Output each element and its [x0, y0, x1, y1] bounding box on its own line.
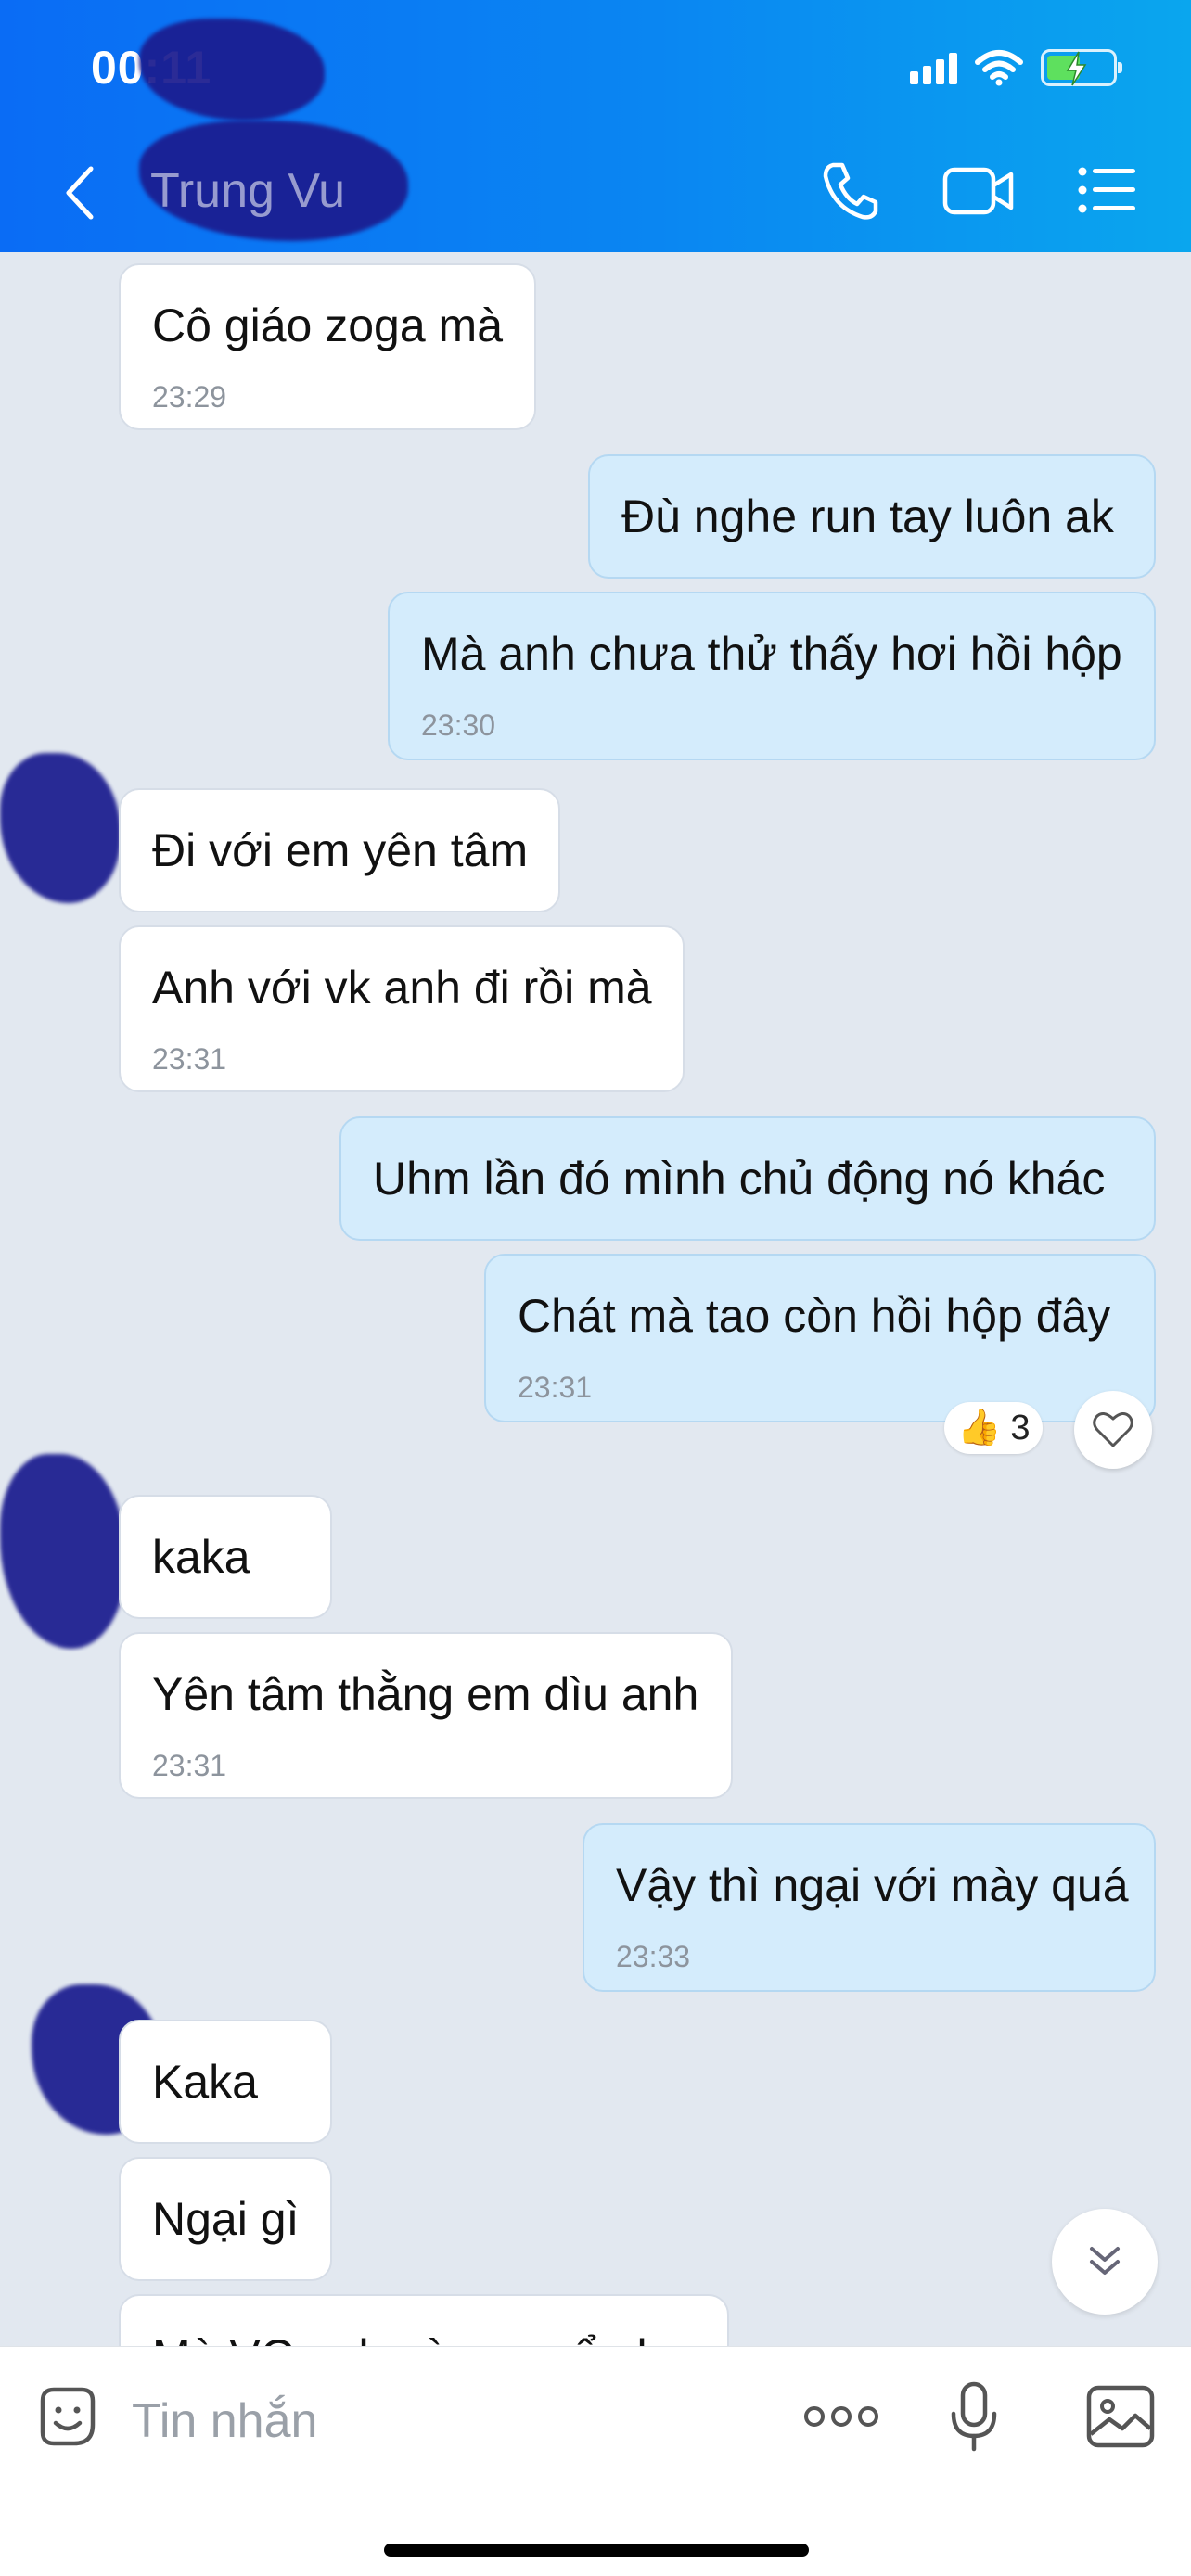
message-bubble-incoming[interactable]: Kaka [119, 2020, 332, 2144]
avatar[interactable] [0, 1454, 130, 1652]
avatar[interactable] [0, 753, 122, 905]
message-input[interactable]: Tin nhắn [132, 2393, 317, 2449]
message-bubble-outgoing[interactable]: Đù nghe run tay luôn ak [588, 454, 1156, 579]
message-text: Mà anh chưa thử thấy hơi hồi hộp [421, 628, 1122, 680]
message-text: Uhm lần đó mình chủ động nó khác [373, 1153, 1106, 1205]
thumbs-up-icon: 👍 [957, 1409, 1002, 1447]
message-bubble-incoming[interactable]: Anh với vk anh đi rồi mà 23:31 [119, 925, 685, 1092]
sticker-icon[interactable] [35, 2384, 100, 2449]
message-text: Ngại gì [152, 2193, 300, 2245]
message-text: Mà VC anh này sao ổn ko [152, 2333, 685, 2346]
redaction-scribble [139, 19, 325, 121]
message-text: Anh với vk anh đi rồi mà [152, 962, 652, 1014]
message-text: Đi với em yên tâm [152, 824, 529, 876]
message-bubble-incoming[interactable]: Yên tâm thằng em dìu anh 23:31 [119, 1632, 733, 1799]
home-indicator [384, 2544, 809, 2557]
wifi-icon [975, 50, 1023, 86]
message-text: Chát mà tao còn hồi hộp đây [518, 1290, 1111, 1342]
message-text: Cô giáo zoga mà [152, 300, 504, 351]
react-heart-button[interactable] [1074, 1391, 1152, 1469]
chat-header: 00:11 Trung Vu [0, 0, 1191, 252]
message-bubble-outgoing[interactable]: Vậy thì ngại với mày quá 23:33 [583, 1823, 1156, 1992]
contact-name[interactable]: Trung Vu [150, 163, 345, 219]
message-text: Yên tâm thằng em dìu anh [152, 1668, 699, 1720]
message-bubble-incoming[interactable]: Cô giáo zoga mà 23:29 [119, 263, 536, 430]
status-icons [910, 45, 1122, 91]
message-time: 23:33 [616, 1940, 691, 1973]
message-text: kaka [152, 1531, 250, 1583]
scroll-to-bottom-button[interactable] [1052, 2209, 1158, 2315]
reaction-count: 3 [1010, 1408, 1031, 1447]
heart-icon [1093, 1412, 1133, 1447]
image-icon[interactable] [1085, 2384, 1156, 2449]
chevron-double-down-icon [1090, 2247, 1120, 2275]
message-bubble-incoming[interactable]: Mà VC anh này sao ổn ko [119, 2294, 729, 2346]
message-bubble-outgoing[interactable]: Chát mà tao còn hồi hộp đây 23:31 [484, 1254, 1156, 1422]
message-list[interactable]: Cô giáo zoga mà 23:29 Đù nghe run tay lu… [0, 252, 1191, 2346]
message-input-bar: Tin nhắn [0, 2346, 1191, 2576]
message-bubble-outgoing[interactable]: Mà anh chưa thử thấy hơi hồi hộp 23:30 [388, 592, 1156, 760]
cellular-signal-icon [910, 51, 957, 84]
message-bubble-incoming[interactable]: kaka [119, 1495, 332, 1619]
reaction-badge[interactable]: 👍 3 [944, 1402, 1044, 1454]
phone-icon[interactable] [820, 159, 879, 223]
message-text: Vậy thì ngại với mày quá [616, 1859, 1129, 1911]
message-time: 23:29 [152, 380, 227, 414]
message-bubble-incoming[interactable]: Ngại gì [119, 2157, 332, 2281]
message-time: 23:31 [152, 1749, 227, 1782]
back-arrow-icon[interactable] [59, 163, 100, 223]
message-text: Kaka [152, 2056, 258, 2108]
message-bubble-outgoing[interactable]: Uhm lần đó mình chủ động nó khác [339, 1116, 1156, 1241]
message-time: 23:30 [421, 708, 496, 742]
message-time: 23:31 [152, 1042, 227, 1076]
message-time: 23:31 [518, 1371, 593, 1404]
message-bubble-incoming[interactable]: Đi với em yên tâm [119, 788, 560, 912]
microphone-icon[interactable] [950, 2380, 998, 2453]
list-menu-icon[interactable] [1078, 167, 1135, 213]
battery-icon [1041, 49, 1122, 86]
more-dots-icon[interactable] [803, 2403, 879, 2430]
message-text: Đù nghe run tay luôn ak [621, 491, 1114, 542]
video-camera-icon[interactable] [942, 165, 1015, 217]
